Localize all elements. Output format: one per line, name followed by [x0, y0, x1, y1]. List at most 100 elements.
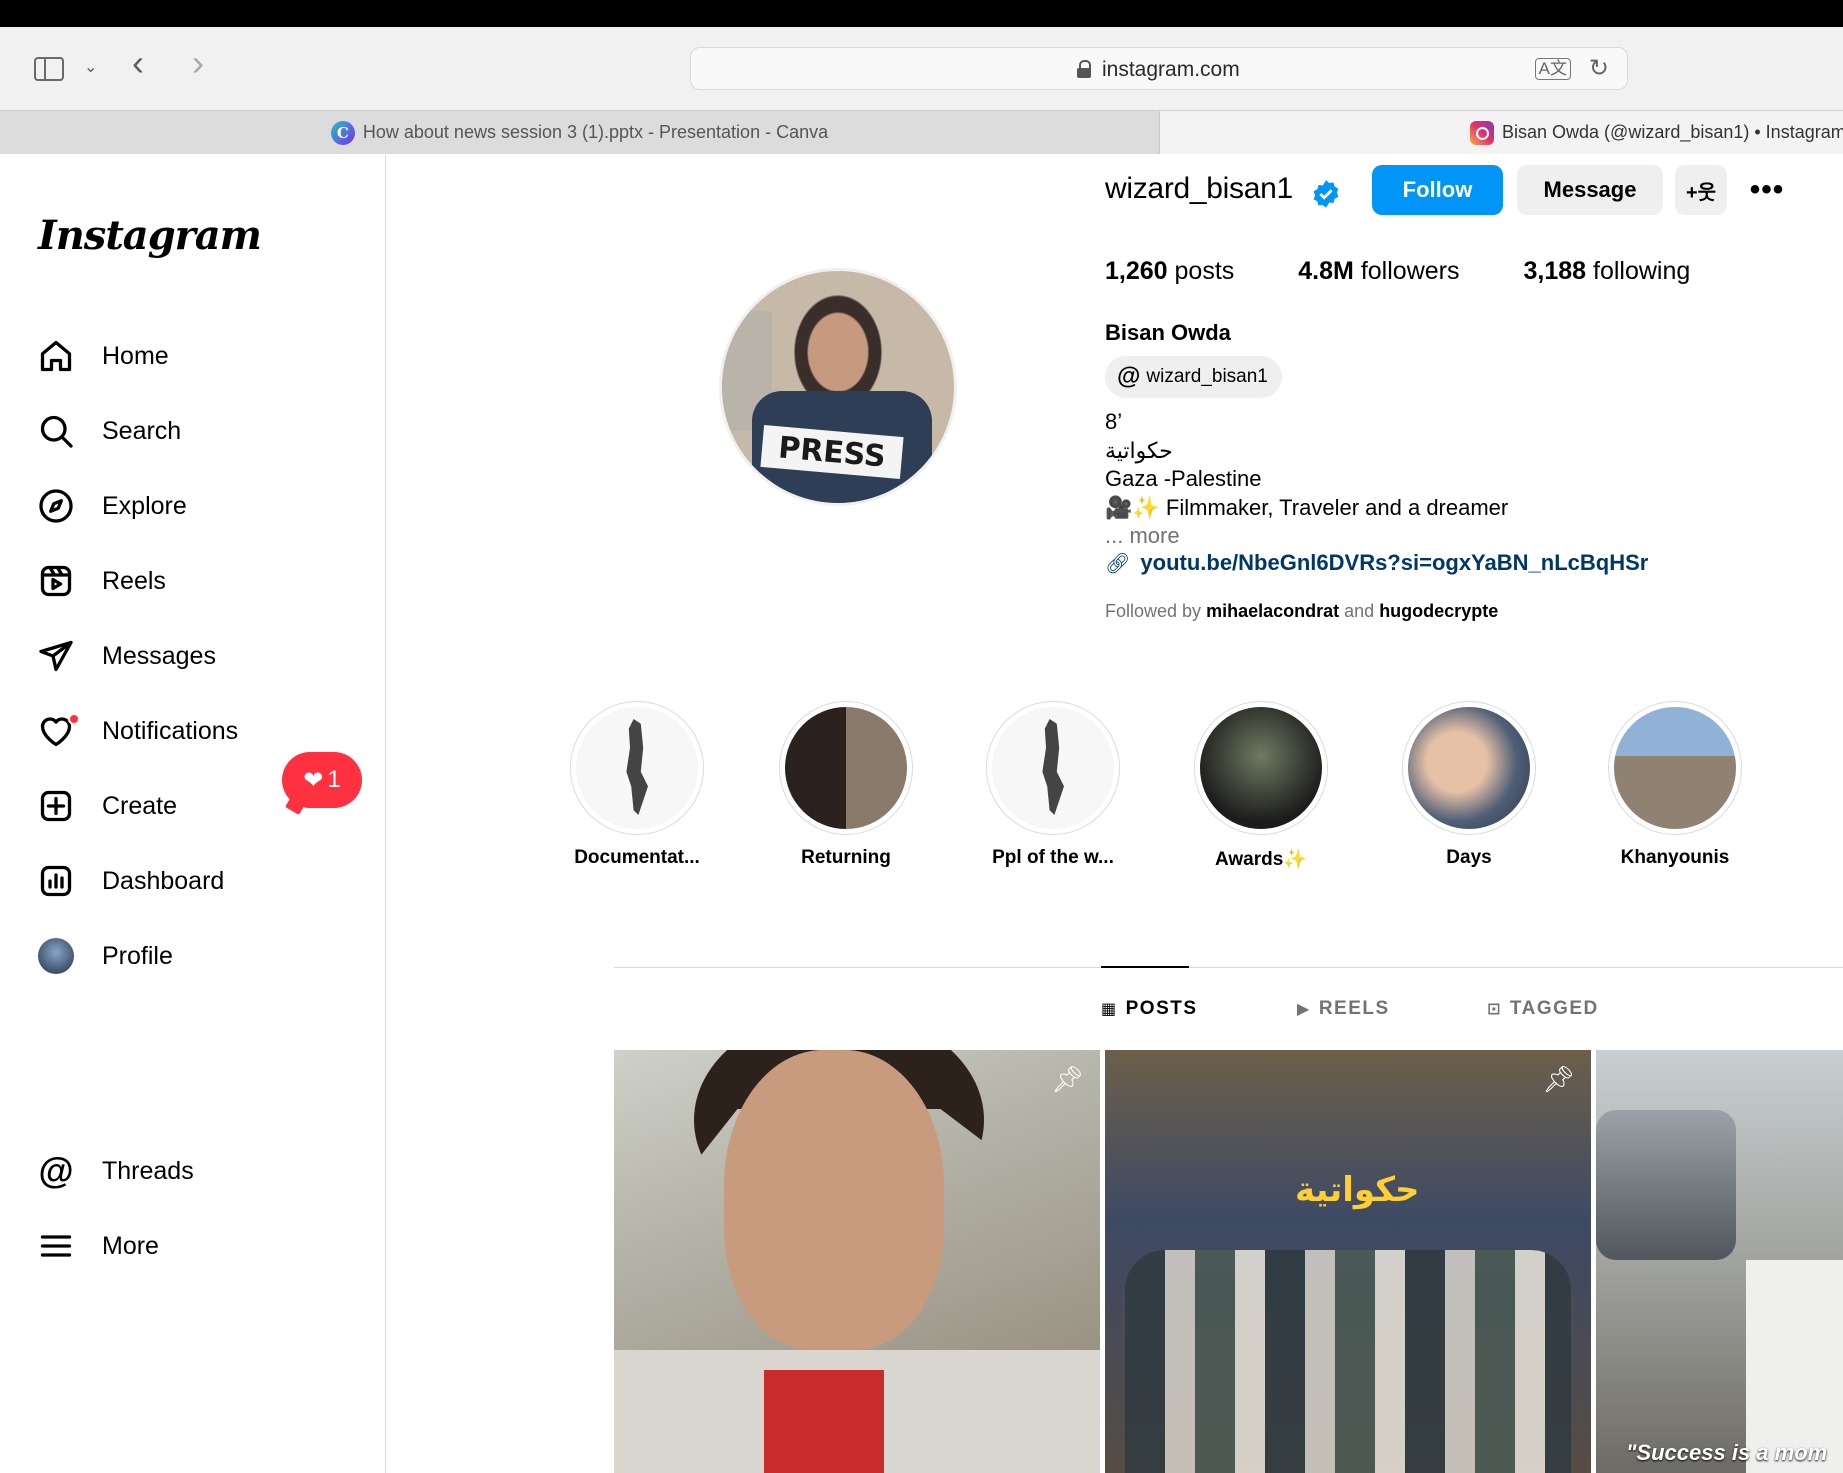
sidebar-item-notifications[interactable]: Notifications — [36, 706, 238, 756]
post-thumbnail[interactable]: "Success is a mom — [1596, 1050, 1843, 1473]
instagram-logo[interactable]: Instagram — [38, 212, 262, 259]
reels-icon — [36, 561, 76, 601]
translate-icon[interactable]: A文 — [1534, 58, 1571, 80]
post-sign-text: حكواتية — [1295, 1170, 1420, 1210]
highlight-item[interactable]: Returning — [776, 701, 916, 869]
search-icon — [36, 411, 76, 451]
add-user-icon[interactable]: +웃 — [1675, 165, 1727, 215]
followed-by-and: and — [1344, 601, 1375, 621]
highlight-item[interactable]: Ppl of the w... — [983, 701, 1123, 869]
profile-picture[interactable]: PRESS — [719, 268, 957, 506]
threads-icon: @ — [38, 1150, 74, 1191]
highlight-cover — [785, 707, 907, 829]
post-thumbnail[interactable]: حكواتية 📌︎ — [1105, 1050, 1591, 1473]
link-icon: 🔗︎ — [1105, 552, 1131, 575]
stat-following[interactable]: 3,188 following — [1523, 257, 1690, 286]
back-icon[interactable]: ‹ — [132, 45, 144, 81]
sidebar-item-more[interactable]: More — [36, 1221, 159, 1271]
sidebar-item-label: Messages — [102, 641, 216, 670]
profile-stats: 1,260 posts 4.8M followers 3,188 followi… — [1105, 257, 1754, 286]
post-caption-overlay: "Success is a mom — [1626, 1440, 1828, 1465]
highlight-label: Days — [1446, 847, 1492, 868]
map-shape — [1042, 719, 1064, 815]
reload-icon[interactable]: ↻ — [1589, 54, 1609, 83]
address-bar[interactable]: instagram.com A文 ↻ — [690, 47, 1628, 90]
highlight-item[interactable]: Days — [1399, 701, 1539, 869]
chart-icon — [36, 861, 76, 901]
followed-by-user: hugodecrypte — [1379, 601, 1499, 621]
highlight-item[interactable]: Awards✨ — [1191, 701, 1331, 871]
bio-link[interactable]: 🔗︎ youtu.be/NbeGnl6DVRs?si=ogxYaBN_nLcBq… — [1105, 550, 1648, 576]
pin-icon: 📌︎ — [1541, 1064, 1575, 1094]
tab-posts[interactable]: ▦ POSTS — [1101, 998, 1198, 1020]
message-button[interactable]: Message — [1517, 165, 1663, 215]
sidebar-item-dashboard[interactable]: Dashboard — [36, 856, 224, 906]
highlight-cover — [1408, 707, 1530, 829]
avatar — [38, 938, 74, 974]
sidebar-item-explore[interactable]: Explore — [36, 481, 187, 531]
sidebar-item-label: Dashboard — [102, 866, 225, 895]
stat-posts[interactable]: 1,260 posts — [1105, 257, 1234, 286]
highlight-ring — [1194, 701, 1328, 835]
followers-count: 4.8M — [1298, 257, 1354, 285]
sidebar-item-create[interactable]: Create — [36, 781, 177, 831]
tab-label: REELS — [1318, 998, 1390, 1019]
sidebar-item-search[interactable]: Search — [36, 406, 181, 456]
tab-instagram[interactable]: Bisan Owda (@wizard_bisan1) • Instagram — [1160, 111, 1843, 154]
highlight-cover — [1614, 707, 1736, 829]
profile-full-name: Bisan Owda — [1105, 320, 1231, 345]
tab-canva[interactable]: C How about news session 3 (1).pptx - Pr… — [0, 111, 1160, 154]
palestine-map-icon — [992, 707, 1114, 829]
menu-icon — [36, 1226, 76, 1266]
highlight-label: Awards✨ — [1215, 849, 1307, 870]
lock-icon — [1077, 60, 1091, 78]
sidebar-item-threads[interactable]: @ Threads — [36, 1146, 194, 1196]
highlight-ring — [986, 701, 1120, 835]
notification-count: 1 — [327, 766, 341, 793]
chevron-down-icon[interactable]: ⌄ — [84, 57, 97, 77]
more-options-icon[interactable]: ••• — [1737, 165, 1797, 215]
notification-badge[interactable]: ❤ 1 — [282, 752, 362, 808]
bio-line: حكواتية — [1105, 437, 1173, 463]
sidebar-item-messages[interactable]: Messages — [36, 631, 216, 681]
stat-followers[interactable]: 4.8M followers — [1298, 257, 1459, 286]
forward-icon[interactable]: › — [192, 45, 204, 81]
url-text[interactable]: instagram.com — [1102, 58, 1240, 82]
highlight-label: Ppl of the w... — [992, 847, 1114, 868]
highlight-ring — [779, 701, 913, 835]
send-icon — [36, 636, 76, 676]
sidebar-item-label: Threads — [102, 1156, 194, 1185]
sidebar-item-label: More — [102, 1231, 159, 1260]
following-count: 3,188 — [1523, 257, 1587, 285]
followed-by-user: mihaelacondrat — [1206, 601, 1340, 621]
highlight-ring — [1402, 701, 1536, 835]
post-image-detail — [1596, 1110, 1736, 1260]
active-tab-indicator — [1101, 966, 1189, 968]
sidebar-item-reels[interactable]: Reels — [36, 556, 166, 606]
highlight-cover — [1200, 707, 1322, 829]
highlight-label: Returning — [801, 847, 891, 868]
profile-main: PRESS wizard_bisan1 Follow Message +웃 ••… — [387, 155, 1843, 1473]
tab-tagged[interactable]: ⊡ TAGGED — [1487, 998, 1599, 1020]
sidebar-toggle-icon[interactable] — [34, 57, 64, 81]
sidebar-item-home[interactable]: Home — [36, 331, 169, 381]
follow-button[interactable]: Follow — [1372, 165, 1503, 215]
pin-icon: 📌︎ — [1050, 1064, 1084, 1094]
tagged-icon: ⊡ — [1487, 1001, 1502, 1018]
followed-by[interactable]: Followed by mihaelacondrat and hugodecry… — [1105, 601, 1498, 622]
post-thumbnail[interactable]: 📌︎ — [614, 1050, 1100, 1473]
tab-reels[interactable]: ▶ REELS — [1297, 998, 1390, 1020]
threads-handle-pill[interactable]: @ wizard_bisan1 — [1105, 356, 1282, 398]
sidebar-item-profile[interactable]: Profile — [36, 931, 173, 981]
bio-more-link[interactable]: ... more — [1105, 522, 1508, 551]
sidebar-item-label: Profile — [102, 941, 173, 970]
post-image-detail — [1125, 1250, 1571, 1473]
bio-line: Gaza -Palestine — [1105, 466, 1262, 491]
plus-square-icon — [36, 786, 76, 826]
sidebar-item-label: Home — [102, 341, 169, 370]
highlight-item[interactable]: Khanyounis — [1605, 701, 1745, 869]
posts-label: posts — [1174, 257, 1235, 285]
post-image-detail — [764, 1370, 884, 1473]
highlight-item[interactable]: Documentat... — [567, 701, 707, 869]
tab-label: Bisan Owda (@wizard_bisan1) • Instagram — [1502, 122, 1843, 142]
